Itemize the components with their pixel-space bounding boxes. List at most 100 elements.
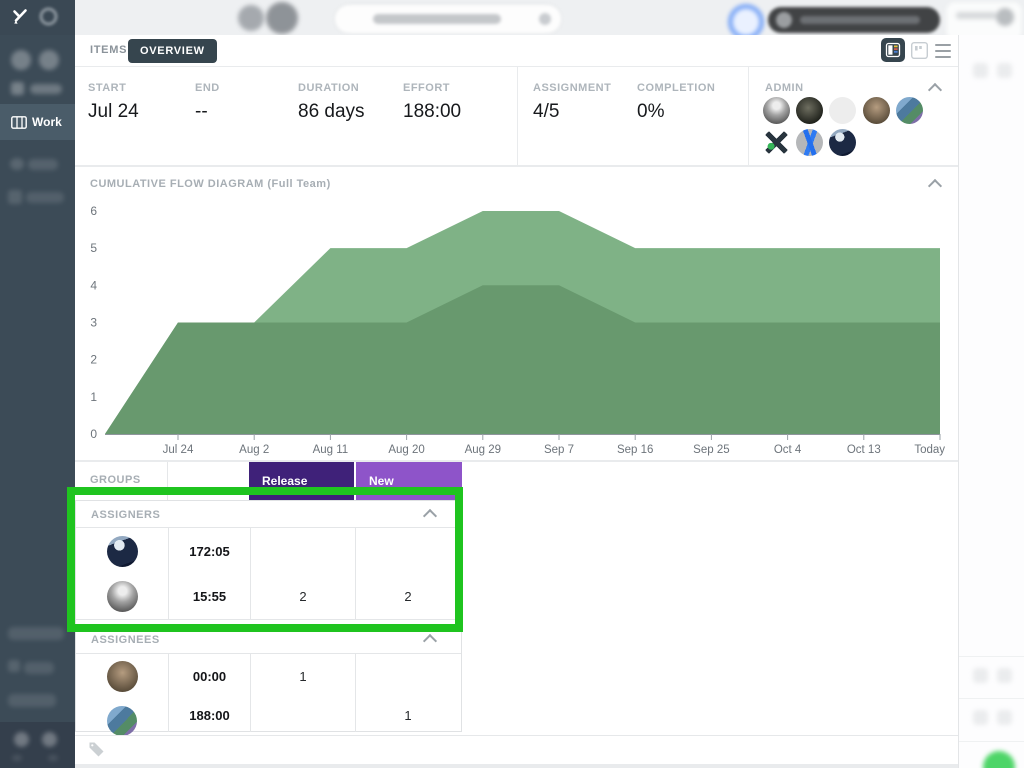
- svg-text:4: 4: [90, 278, 97, 292]
- admin-avatar-2[interactable]: [796, 97, 823, 124]
- svg-text:Sep 25: Sep 25: [693, 444, 729, 456]
- cfd-chart: 0123456Jul 24Aug 2Aug 11Aug 20Aug 29Sep …: [85, 195, 955, 457]
- svg-text:0: 0: [90, 427, 97, 441]
- admin-avatar-6[interactable]: [763, 129, 790, 156]
- assignees-table-body: 00:00 1 188:00 1: [76, 654, 461, 732]
- svg-text:Oct 4: Oct 4: [774, 444, 802, 456]
- stat-effort-label: EFFORT: [403, 82, 461, 94]
- admin-avatar-5[interactable]: [896, 97, 923, 124]
- svg-text:3: 3: [90, 316, 97, 330]
- stat-end: END --: [195, 82, 220, 123]
- svg-text:Jul 24: Jul 24: [163, 444, 194, 456]
- assignees-collapse-chevron-icon[interactable]: [423, 634, 437, 648]
- browser-search-bar[interactable]: [768, 7, 940, 33]
- panel-icon-blurred-2[interactable]: [997, 63, 1012, 78]
- sidebar-item-work[interactable]: Work: [0, 104, 75, 140]
- dock-icon-2-blurred[interactable]: [42, 732, 57, 747]
- sidebar-bottom-item1-blurred[interactable]: [8, 627, 64, 640]
- admin-avatar-7[interactable]: [796, 129, 823, 156]
- groups-label: GROUPS: [90, 474, 141, 486]
- sidebar-bottom-item2-icon-blurred[interactable]: [8, 660, 20, 672]
- sidebar-item-icon-blurred[interactable]: [11, 82, 24, 95]
- svg-text:Aug 2: Aug 2: [239, 444, 269, 456]
- divider: [959, 698, 1024, 699]
- admin-avatar-3[interactable]: [829, 97, 856, 124]
- assignee-avatar-2[interactable]: [107, 706, 137, 736]
- stat-start: START Jul 24: [88, 82, 139, 123]
- app-logo-icon: [11, 8, 29, 26]
- panel-icon-blurred-4[interactable]: [997, 668, 1012, 683]
- sidebar-icon-blurred-2[interactable]: [39, 50, 59, 70]
- divider: [959, 656, 1024, 657]
- browser-tab[interactable]: [335, 5, 561, 33]
- stat-completion-label: COMPLETION: [637, 82, 715, 94]
- sidebar-item-label-blurred[interactable]: [30, 84, 62, 94]
- panel-icon-blurred-3[interactable]: [973, 668, 988, 683]
- svg-text:Aug 29: Aug 29: [465, 444, 501, 456]
- sidebar-item2-icon-blurred[interactable]: [8, 190, 22, 204]
- stat-end-label: END: [195, 82, 220, 94]
- sidebar-item-label: Work: [32, 115, 62, 129]
- tab-overview[interactable]: OVERVIEW: [128, 39, 217, 63]
- panel-icon-blurred-6[interactable]: [997, 710, 1012, 725]
- assignees-card: ASSIGNEES 00:00 1 188:00 1: [75, 625, 462, 732]
- tag-icon[interactable]: [88, 741, 105, 758]
- browser-tab-title: [373, 14, 501, 24]
- assignee-avatar-1[interactable]: [107, 661, 138, 692]
- admin-avatar-1[interactable]: [763, 97, 790, 124]
- overview-stats-card: START Jul 24 END -- DURATION 86 days EFF…: [75, 67, 958, 165]
- stat-duration: DURATION 86 days: [298, 82, 365, 123]
- svg-text:5: 5: [90, 241, 97, 255]
- close-icon[interactable]: [539, 13, 551, 25]
- stat-completion: COMPLETION 0%: [637, 82, 715, 123]
- sidebar-team-icon-blurred[interactable]: [10, 158, 24, 170]
- search-avatar-icon: [776, 12, 792, 28]
- admin-label: ADMIN: [765, 82, 804, 94]
- sidebar-item2-label-blurred[interactable]: [26, 192, 64, 203]
- sidebar-bottom-item2-blurred[interactable]: [24, 662, 54, 674]
- chat-bubble-icon[interactable]: [983, 751, 1015, 768]
- dock-icon-1-blurred[interactable]: [14, 732, 29, 747]
- search-icon[interactable]: [40, 8, 57, 25]
- stat-duration-label: DURATION: [298, 82, 365, 94]
- search-text-blur: [800, 16, 920, 24]
- divider: [959, 741, 1024, 742]
- svg-text:Sep 7: Sep 7: [544, 444, 574, 456]
- sidebar-icon-blurred-1[interactable]: [11, 50, 31, 70]
- board-view-toggle-icon[interactable]: [881, 38, 905, 62]
- tab-items[interactable]: ITEMS: [90, 44, 127, 56]
- stat-assignment: ASSIGNMENT 4/5: [533, 82, 611, 123]
- divider: [517, 67, 518, 165]
- dock-chevron-right-blurred[interactable]: [48, 755, 58, 761]
- admin-avatar-4[interactable]: [863, 97, 890, 124]
- assignee-2-time: 188:00: [168, 699, 250, 732]
- stat-assignment-value: 4/5: [533, 101, 611, 123]
- cfd-collapse-chevron-icon[interactable]: [928, 179, 942, 193]
- workspace-icon[interactable]: [238, 5, 264, 31]
- panel-icon-blurred-5[interactable]: [973, 710, 988, 725]
- assignee-1-release-count: 1: [250, 654, 355, 699]
- sidebar-bottom-item3-blurred[interactable]: [8, 694, 56, 707]
- svg-text:Aug 11: Aug 11: [313, 444, 349, 456]
- assignee-2-new-count: 1: [355, 699, 460, 732]
- admin-avatar-8[interactable]: [829, 129, 856, 156]
- app-logo-corner[interactable]: [0, 0, 75, 36]
- stat-assignment-label: ASSIGNMENT: [533, 82, 611, 94]
- cfd-chart-card: CUMULATIVE FLOW DIAGRAM (Full Team) 0123…: [75, 167, 958, 460]
- table-row[interactable]: 188:00 1: [76, 699, 461, 732]
- table-row[interactable]: 00:00 1: [76, 654, 461, 699]
- workspace-avatar[interactable]: [266, 2, 298, 34]
- sidebar-team-label-blurred[interactable]: [28, 159, 58, 170]
- board-icon: [11, 116, 27, 129]
- list-view-toggle-icon[interactable]: [911, 42, 928, 59]
- svg-text:6: 6: [90, 204, 97, 218]
- assignee-2-release-count: [250, 699, 355, 732]
- svg-text:Sep 16: Sep 16: [617, 444, 653, 456]
- admin-collapse-chevron-icon[interactable]: [928, 83, 942, 97]
- annotation-highlight-box: [67, 487, 463, 632]
- sidebar-bottom-dock: [0, 722, 75, 768]
- cfd-chart-title: CUMULATIVE FLOW DIAGRAM (Full Team): [90, 178, 331, 190]
- panel-icon-blurred-1[interactable]: [973, 63, 988, 78]
- menu-icon[interactable]: [935, 44, 951, 58]
- dock-chevron-left-blurred[interactable]: [12, 755, 22, 761]
